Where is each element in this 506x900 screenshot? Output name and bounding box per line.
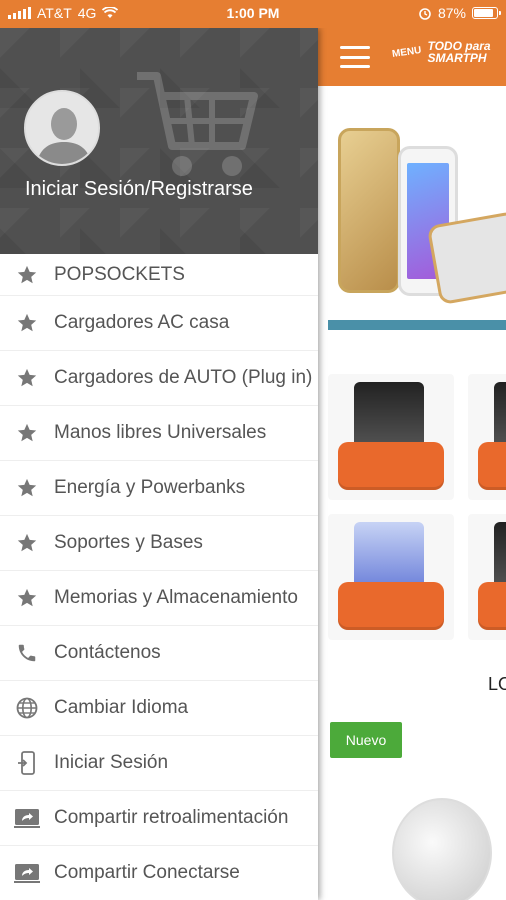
category-button[interactable] [338, 582, 444, 630]
star-icon [14, 262, 40, 288]
phone-case-image-2 [426, 210, 506, 306]
banner-bar [328, 320, 506, 330]
menu-item-memorias[interactable]: Memorias y Almacenamiento [0, 571, 318, 626]
status-right: 87% [418, 5, 501, 21]
promo-banner[interactable] [328, 118, 506, 328]
menu-item-label: Compartir Conectarse [54, 862, 240, 883]
battery-percent: 87% [437, 5, 466, 21]
brand-logo: MENU TODO para SMARTPH [391, 40, 490, 65]
menu-item-compartir-conectarse[interactable]: Compartir Conectarse [0, 846, 318, 900]
logo-line-2: SMARTPH [427, 51, 487, 65]
menu-item-soportes[interactable]: Soportes y Bases [0, 516, 318, 571]
menu-item-label: Cargadores AC casa [54, 312, 230, 333]
globe-icon [14, 695, 40, 721]
product-image[interactable] [392, 798, 492, 900]
menu-item-label: Memorias y Almacenamiento [54, 587, 298, 608]
menu-item-label: Soportes y Bases [54, 532, 203, 553]
alarm-icon [419, 8, 431, 20]
shopping-cart-icon [137, 72, 258, 176]
category-button[interactable] [478, 582, 506, 630]
category-tile[interactable] [328, 514, 454, 640]
menu-item-energia[interactable]: Energía y Powerbanks [0, 461, 318, 516]
category-tile[interactable] [328, 374, 454, 500]
app-toolbar: MENU TODO para SMARTPH [318, 28, 506, 86]
login-register-link[interactable]: Iniciar Sesión/Registrarse [25, 178, 253, 201]
star-icon [14, 585, 40, 611]
product-image [354, 382, 424, 450]
navigation-drawer: Iniciar Sesión/Registrarse POPSOCKETS Ca… [0, 28, 318, 900]
star-icon [14, 420, 40, 446]
product-image [354, 522, 424, 590]
menu-item-popsockets[interactable]: POPSOCKETS [0, 254, 318, 296]
app-main: MENU TODO para SMARTPH LO Nuevo [318, 28, 506, 900]
phone-case-image [338, 128, 400, 293]
menu-item-label: Cambiar Idioma [54, 697, 189, 718]
menu-item-label: Manos libres Universales [54, 422, 267, 443]
star-icon [14, 365, 40, 391]
hamburger-menu-icon[interactable] [340, 46, 370, 68]
battery-icon [472, 7, 501, 19]
menu-item-label: Energía y Powerbanks [54, 477, 246, 498]
new-badge: Nuevo [330, 722, 402, 758]
share-screen-icon [14, 805, 40, 831]
category-button[interactable] [478, 442, 506, 490]
star-icon [14, 310, 40, 336]
menu-text: MENU [391, 44, 423, 60]
avatar[interactable] [24, 90, 100, 166]
menu-item-label: POPSOCKETS [54, 263, 185, 285]
category-button[interactable] [338, 442, 444, 490]
drawer-header: Iniciar Sesión/Registrarse [0, 28, 318, 254]
product-image [494, 522, 506, 590]
share-screen-icon [14, 860, 40, 886]
menu-item-label: Compartir retroalimentación [54, 807, 289, 828]
menu-item-contactenos[interactable]: Contáctenos [0, 626, 318, 681]
star-icon [14, 530, 40, 556]
star-icon [14, 475, 40, 501]
menu-item-cargadores-ac[interactable]: Cargadores AC casa [0, 296, 318, 351]
category-tile[interactable] [468, 374, 506, 500]
phone-icon [14, 640, 40, 666]
status-bar: AT&T 4G 1:00 PM 87% [0, 0, 506, 28]
section-heading: LO [488, 674, 506, 694]
menu-item-cambiar-idioma[interactable]: Cambiar Idioma [0, 681, 318, 736]
drawer-menu: POPSOCKETS Cargadores AC casa Cargadores… [0, 254, 318, 900]
menu-item-iniciar-sesion[interactable]: Iniciar Sesión [0, 736, 318, 791]
category-tile[interactable] [468, 514, 506, 640]
menu-item-manos-libres[interactable]: Manos libres Universales [0, 406, 318, 461]
menu-item-cargadores-auto[interactable]: Cargadores de AUTO (Plug in) [0, 351, 318, 406]
mobile-login-icon [14, 750, 40, 776]
product-image [494, 382, 506, 450]
menu-item-label: Cargadores de AUTO (Plug in) [54, 367, 313, 388]
menu-item-label: Iniciar Sesión [54, 752, 169, 773]
menu-item-label: Contáctenos [54, 642, 161, 663]
menu-item-compartir-retroalimentacion[interactable]: Compartir retroalimentación [0, 791, 318, 846]
